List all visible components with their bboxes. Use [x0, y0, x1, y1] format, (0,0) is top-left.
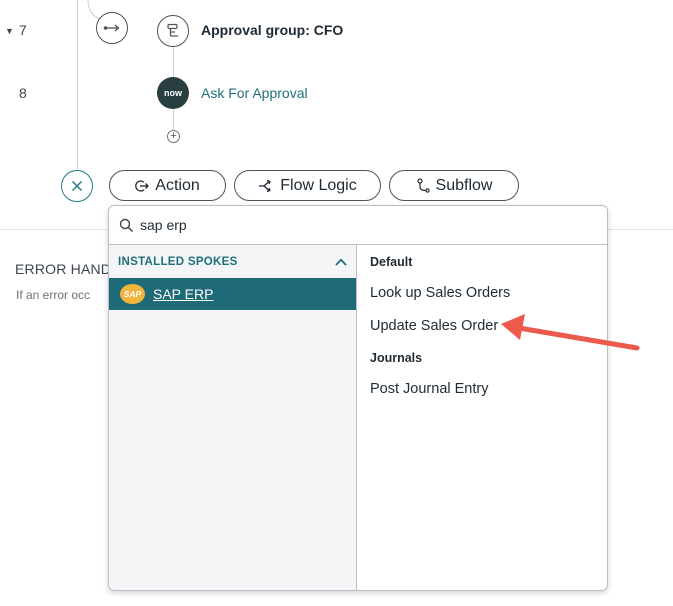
add-step-plus-icon[interactable]: + — [167, 130, 180, 143]
approval-step-icon[interactable] — [157, 15, 189, 47]
action-button[interactable]: Action — [109, 170, 226, 201]
close-add-menu-button[interactable] — [61, 170, 93, 202]
ask-for-approval-link[interactable]: Ask For Approval — [201, 85, 308, 101]
search-bar — [109, 206, 607, 245]
action-group-label: Default — [370, 255, 413, 269]
installed-spokes-label: INSTALLED SPOKES — [118, 255, 238, 268]
step-number: 7 — [19, 22, 27, 38]
servicenow-logo-icon: now — [157, 77, 189, 109]
subflow-icon — [416, 177, 430, 193]
sap-logo-icon: SAP — [120, 284, 145, 304]
action-button-label: Action — [155, 176, 200, 194]
actions-column: Default Look up Sales Orders Update Sale… — [358, 245, 607, 590]
step-connector-line — [173, 44, 174, 80]
action-item-post-journal-entry[interactable]: Post Journal Entry — [370, 381, 488, 397]
flow-logic-button-label: Flow Logic — [280, 176, 357, 194]
action-group-label: Journals — [370, 351, 423, 365]
search-input[interactable] — [140, 217, 540, 233]
subflow-button-label: Subflow — [435, 176, 493, 194]
flow-connector-line — [77, 0, 78, 170]
spokes-column: INSTALLED SPOKES SAP SAP ERP — [109, 245, 357, 590]
action-icon — [135, 179, 150, 192]
add-action-dropdown: INSTALLED SPOKES SAP SAP ERP Default Loo… — [108, 205, 608, 591]
installed-spokes-header[interactable]: INSTALLED SPOKES — [109, 245, 356, 278]
step-connector-line — [173, 108, 174, 130]
flow-logic-icon — [259, 179, 272, 192]
annotation-arrow — [501, 314, 640, 351]
error-handler-description: If an error occ — [16, 288, 91, 302]
close-icon — [71, 180, 83, 192]
chevron-up-icon[interactable] — [335, 258, 347, 266]
spoke-item-label: SAP ERP — [153, 286, 214, 302]
spoke-item-sap-erp[interactable]: SAP SAP ERP — [109, 278, 356, 310]
step-title[interactable]: Approval group: CFO — [201, 22, 343, 38]
action-item-update-sales-order[interactable]: Update Sales Order — [370, 318, 498, 334]
action-item-look-up-sales-orders[interactable]: Look up Sales Orders — [370, 285, 510, 301]
search-icon — [119, 218, 134, 232]
subflow-button[interactable]: Subflow — [389, 170, 519, 201]
subflow-connector-icon[interactable] — [96, 12, 128, 44]
collapse-caret-icon[interactable]: ▼ — [5, 26, 14, 36]
flow-logic-button[interactable]: Flow Logic — [234, 170, 381, 201]
step-number: 8 — [19, 85, 27, 101]
error-handler-heading: ERROR HAND — [15, 261, 112, 277]
